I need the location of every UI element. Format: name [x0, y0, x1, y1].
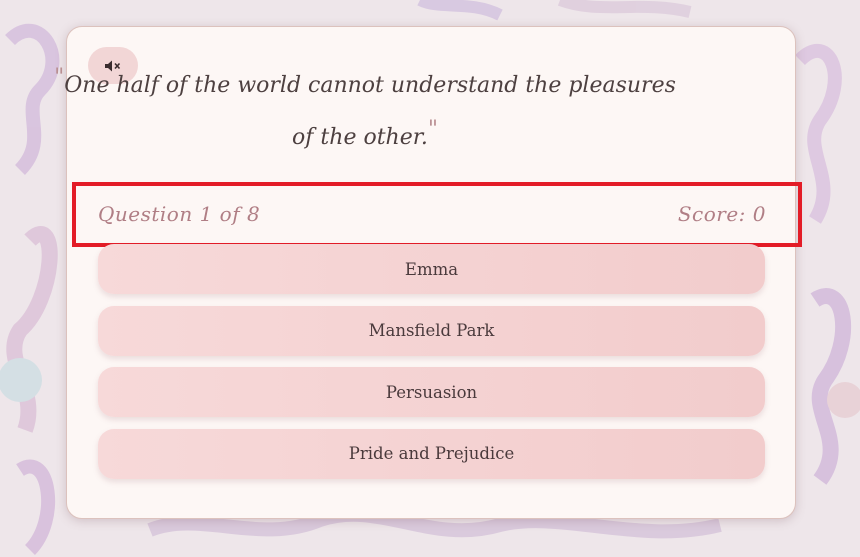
answer-button-persuasion[interactable]: Persuasion [98, 367, 765, 417]
quote-text: "One half of the world cannot understand… [40, 56, 690, 160]
answer-button-pride-and-prejudice[interactable]: Pride and Prejudice [98, 428, 765, 479]
answer-list: Emma Mansfield Park Persuasion Pride and… [98, 244, 765, 490]
answer-button-mansfield-park[interactable]: Mansfield Park [98, 305, 765, 356]
answer-button-emma[interactable]: Emma [98, 244, 765, 294]
quote-body: One half of the world cannot understand … [64, 73, 676, 150]
quote-open-mark: " [54, 65, 65, 90]
score-display: Score: 0 [677, 202, 766, 226]
question-counter: Question 1 of 8 [98, 202, 261, 226]
quote-close-mark: " [427, 117, 438, 142]
